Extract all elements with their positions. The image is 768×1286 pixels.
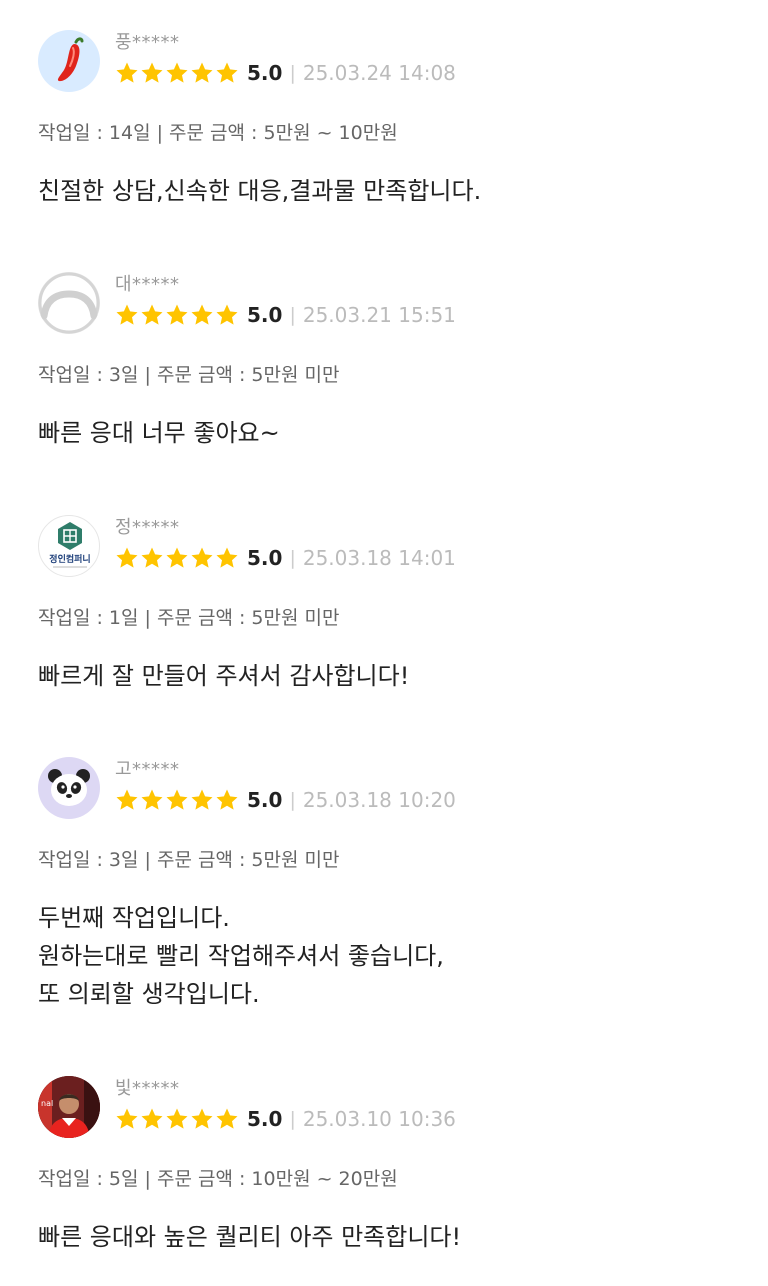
review-line: 또 의뢰할 생각입니다.	[38, 980, 260, 1008]
review-text: 빠르게 잘 만들어 주셔서 감사합니다!	[38, 657, 409, 695]
review-text: 빠른 응대 너무 좋아요~	[38, 414, 280, 452]
divider: |	[289, 547, 296, 569]
review-text: 친절한 상담,신속한 대응,결과물 만족합니다.	[38, 172, 481, 210]
star-rating	[115, 1107, 239, 1131]
star-icon	[191, 789, 213, 810]
review-line: 두번째 작업입니다.	[38, 904, 230, 932]
star-rating	[115, 546, 239, 570]
divider: |	[289, 62, 296, 84]
star-icon	[141, 1108, 163, 1129]
star-icon	[116, 1108, 138, 1129]
order-info: 작업일 : 5일 | 주문 금액 : 10만원 ~ 20만원	[38, 1168, 398, 1190]
rating-score: 5.0	[247, 61, 283, 85]
review-text: 빠른 응대와 높은 퀄리티 아주 만족합니다!	[38, 1218, 461, 1256]
divider: |	[289, 789, 296, 811]
rating-row: 5.0 | 25.03.24 14:08	[115, 58, 456, 88]
rating-row: 5.0 | 25.03.21 15:51	[115, 300, 456, 330]
rating-score: 5.0	[247, 303, 283, 327]
star-icon	[166, 1108, 188, 1129]
star-icon	[191, 1108, 213, 1129]
star-icon	[166, 304, 188, 325]
default-profile-icon[interactable]	[38, 272, 100, 334]
review-date: 25.03.18 10:20	[302, 788, 456, 812]
reviewer-nickname: 정*****	[115, 517, 180, 538]
review-date: 25.03.24 14:08	[302, 61, 456, 85]
star-icon	[141, 304, 163, 325]
review-date: 25.03.21 15:51	[302, 303, 456, 327]
star-icon	[191, 547, 213, 568]
rating-score: 5.0	[247, 788, 283, 812]
order-info: 작업일 : 3일 | 주문 금액 : 5만원 미만	[38, 849, 340, 871]
star-icon	[216, 547, 238, 568]
rating-row: 5.0 | 25.03.18 14:01	[115, 543, 456, 573]
star-icon	[141, 789, 163, 810]
star-icon	[216, 62, 238, 83]
star-icon	[166, 547, 188, 568]
star-icon	[166, 62, 188, 83]
star-icon	[141, 547, 163, 568]
star-icon	[216, 1108, 238, 1129]
star-icon	[116, 62, 138, 83]
divider: |	[289, 304, 296, 326]
star-icon	[216, 789, 238, 810]
reviewer-nickname: 빛*****	[115, 1078, 180, 1099]
review-line: 빠른 응대 너무 좋아요~	[38, 419, 280, 447]
review-line: 원하는대로 빨리 작업해주셔서 좋습니다,	[38, 942, 444, 970]
reviewer-nickname: 고*****	[115, 759, 180, 780]
company-logo-icon[interactable]: 정인컴퍼니	[38, 515, 100, 577]
star-icon	[166, 789, 188, 810]
star-icon	[141, 62, 163, 83]
company-logo-text: 정인컴퍼니	[49, 553, 90, 565]
rating-row: 5.0 | 25.03.10 10:36	[115, 1104, 456, 1134]
star-icon	[216, 304, 238, 325]
star-rating	[115, 61, 239, 85]
reviewer-nickname: 풍*****	[115, 32, 180, 53]
review-text: 두번째 작업입니다. 원하는대로 빨리 작업해주셔서 좋습니다, 또 의뢰할 생…	[38, 899, 444, 1013]
review-date: 25.03.18 14:01	[302, 546, 456, 570]
order-info: 작업일 : 14일 | 주문 금액 : 5만원 ~ 10만원	[38, 122, 398, 144]
star-icon	[191, 62, 213, 83]
rating-score: 5.0	[247, 1107, 283, 1131]
review-line: 빠르게 잘 만들어 주셔서 감사합니다!	[38, 662, 410, 690]
order-info: 작업일 : 3일 | 주문 금액 : 5만원 미만	[38, 364, 340, 386]
panda-icon[interactable]	[38, 757, 100, 819]
star-icon	[116, 547, 138, 568]
review-line: 친절한 상담,신속한 대응,결과물 만족합니다.	[38, 177, 482, 205]
star-icon	[191, 304, 213, 325]
review-line: 빠른 응대와 높은 퀄리티 아주 만족합니다!	[38, 1223, 462, 1251]
football-player-photo-icon[interactable]: nal	[38, 1076, 100, 1138]
svg-text:nal: nal	[41, 1099, 53, 1108]
rating-score: 5.0	[247, 546, 283, 570]
divider: |	[289, 1108, 296, 1130]
star-rating	[115, 788, 239, 812]
review-date: 25.03.10 10:36	[302, 1107, 456, 1131]
star-icon	[116, 304, 138, 325]
star-rating	[115, 303, 239, 327]
chili-pepper-icon[interactable]	[38, 30, 100, 92]
star-icon	[116, 789, 138, 810]
order-info: 작업일 : 1일 | 주문 금액 : 5만원 미만	[38, 607, 340, 629]
rating-row: 5.0 | 25.03.18 10:20	[115, 785, 456, 815]
reviewer-nickname: 대*****	[115, 274, 180, 295]
